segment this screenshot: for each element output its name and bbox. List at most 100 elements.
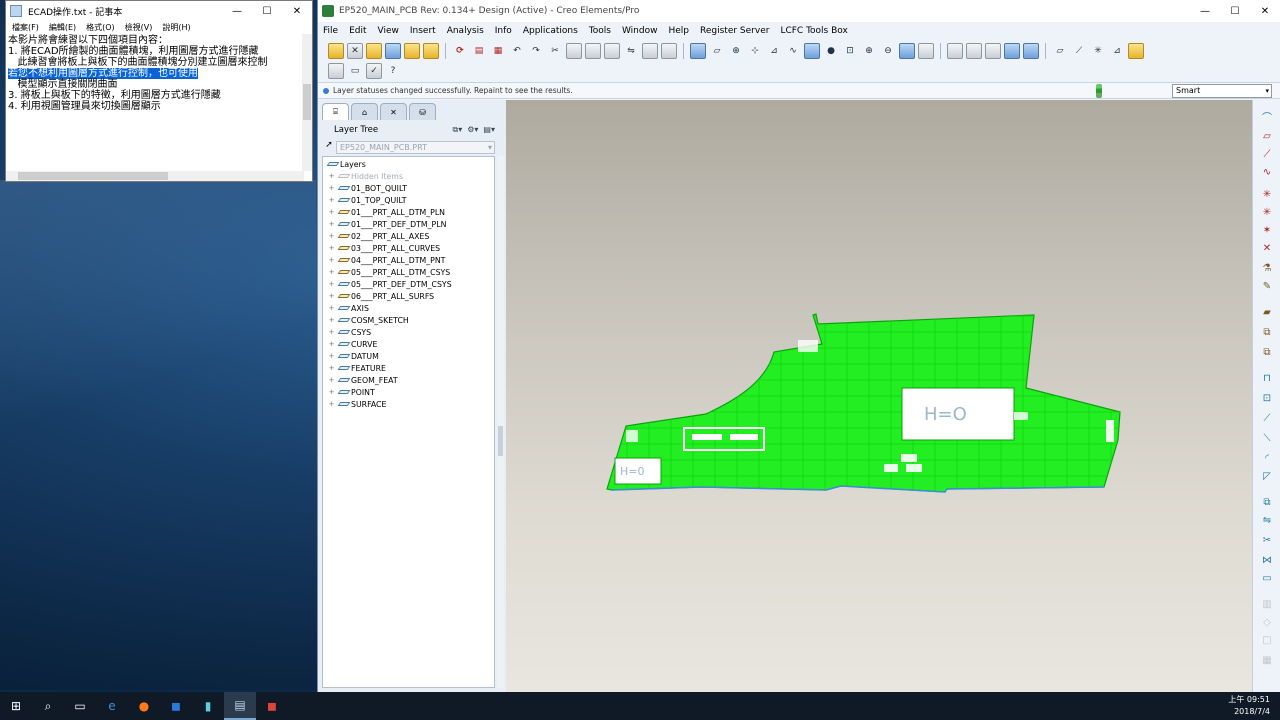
scroll-thumb[interactable]	[303, 84, 311, 120]
curve-icon[interactable]: ∿	[785, 43, 801, 59]
expand-icon[interactable]: +	[327, 304, 336, 313]
outlook-icon[interactable]: ◼	[160, 692, 192, 720]
tab-favorites[interactable]: ✕	[380, 103, 407, 120]
layer-tree-root[interactable]: Layers	[323, 158, 494, 170]
expand-icon[interactable]: +	[327, 244, 336, 253]
merge-icon[interactable]: ⋈	[1259, 554, 1275, 568]
select-box-icon[interactable]	[661, 43, 677, 59]
cut-icon[interactable]: ✂	[547, 43, 563, 59]
menu-file[interactable]: File	[323, 26, 338, 36]
maximize-icon[interactable]: ☐	[252, 1, 282, 21]
csys-display-icon[interactable]: ⊿	[1109, 43, 1125, 59]
layer-item[interactable]: + FEATURE	[323, 362, 494, 374]
datum-points-display-icon[interactable]: ✳	[1090, 43, 1106, 59]
save-icon[interactable]	[385, 43, 401, 59]
expand-icon[interactable]: +	[327, 220, 336, 229]
layer-item[interactable]: +05___PRT_DEF_DTM_CSYS	[323, 278, 494, 290]
firefox-icon[interactable]: ●	[128, 692, 160, 720]
edge-browser-icon[interactable]: e	[96, 692, 128, 720]
menu-info[interactable]: Info	[495, 26, 512, 36]
active-model-field[interactable]: EP520_MAIN_PCB.PRT ▾	[336, 140, 495, 154]
notepad-menu-help[interactable]: 說明(H)	[162, 22, 190, 33]
tab-connections[interactable]: ⛁	[409, 103, 436, 120]
menu-analysis[interactable]: Analysis	[447, 26, 484, 36]
extend-icon[interactable]: □	[1259, 634, 1275, 648]
expand-icon[interactable]: +	[327, 232, 336, 241]
expand-icon[interactable]: +	[327, 340, 336, 349]
layer-item[interactable]: + CURVE	[323, 338, 494, 350]
point-icon[interactable]: ⊹	[747, 43, 763, 59]
scroll-thumb[interactable]	[498, 426, 503, 456]
task-view-icon[interactable]: ▭	[64, 692, 96, 720]
layer-item[interactable]: + DATUM	[323, 350, 494, 362]
navigator-scrollbar[interactable]	[497, 156, 504, 688]
layer-item[interactable]: +05___PRT_ALL_DTM_CSYS	[323, 266, 494, 278]
expand-icon[interactable]: +	[327, 208, 336, 217]
appearance-sphere-icon[interactable]: ●	[823, 43, 839, 59]
menu-lcfc-tools-box[interactable]: LCFC Tools Box	[780, 26, 847, 36]
expand-icon[interactable]: +	[327, 196, 336, 205]
system-clock[interactable]: 上午 09:51 2018/7/4	[1228, 694, 1270, 718]
expand-icon[interactable]: +	[327, 172, 336, 181]
datum-axes-display-icon[interactable]: ⟋	[1071, 43, 1087, 59]
regenerate-icon[interactable]: ⟳	[452, 43, 468, 59]
shading-icon[interactable]	[1004, 43, 1020, 59]
notepad-horizontal-scrollbar[interactable]	[6, 171, 304, 181]
layer-item[interactable]: +03___PRT_ALL_CURVES	[323, 242, 494, 254]
undo-icon[interactable]: ↶	[509, 43, 525, 59]
expand-icon[interactable]: +	[327, 364, 336, 373]
layer-item[interactable]: +06___PRT_ALL_SURFS	[323, 290, 494, 302]
expand-icon[interactable]: +	[327, 388, 336, 397]
checklist-icon[interactable]: ✓	[366, 63, 382, 79]
csys-icon[interactable]: ⊿	[766, 43, 782, 59]
saved-views-icon[interactable]	[918, 43, 934, 59]
notepad-titlebar[interactable]: ECAD操作.txt - 記事本 — ☐ ✕	[6, 1, 312, 21]
mirror-icon[interactable]: ⇋	[623, 43, 639, 59]
graphics-window[interactable]: H=O H=0	[506, 100, 1253, 692]
menu-window[interactable]: Window	[622, 26, 658, 36]
menu-applications[interactable]: Applications	[523, 26, 578, 36]
layer-icon[interactable]	[642, 43, 658, 59]
active-model-selector[interactable]: ➚ EP520_MAIN_PCB.PRT ▾	[322, 140, 495, 154]
layer-item[interactable]: + GEOM_FEAT	[323, 374, 494, 386]
paste-special-icon[interactable]	[604, 43, 620, 59]
regeneration-status-icon[interactable]	[1096, 84, 1102, 98]
expand-icon[interactable]: +	[327, 352, 336, 361]
axis-tool-icon[interactable]: ⟋	[1259, 148, 1275, 162]
csys-tool-icon[interactable]: ✶	[1259, 224, 1275, 238]
datum-planes-display-icon[interactable]: ▱	[1052, 43, 1068, 59]
layer-item[interactable]: + Hidden Items	[323, 170, 494, 182]
tree-icon[interactable]: ▦	[490, 43, 506, 59]
layer-item[interactable]: + POINT	[323, 386, 494, 398]
search-icon[interactable]: ⌕	[32, 692, 64, 720]
layer-item[interactable]: +01_BOT_QUILT	[323, 182, 494, 194]
file-explorer-icon[interactable]: ▮	[192, 692, 224, 720]
expand-icon[interactable]: +	[327, 268, 336, 277]
axis-icon[interactable]: ⊕	[728, 43, 744, 59]
layer-item[interactable]: +01___PRT_ALL_DTM_PLN	[323, 206, 494, 218]
thicken-icon[interactable]: ▥	[1259, 598, 1275, 612]
open-icon[interactable]: ✕	[347, 43, 363, 59]
expand-icon[interactable]: +	[327, 256, 336, 265]
expand-icon[interactable]: +	[327, 376, 336, 385]
layer-item[interactable]: +02___PRT_ALL_AXES	[323, 230, 494, 242]
expand-icon[interactable]: +	[327, 316, 336, 325]
scroll-thumb[interactable]	[18, 172, 168, 180]
extrude-icon[interactable]: ▰	[1259, 306, 1275, 320]
offset-icon[interactable]: ▭	[1259, 572, 1275, 586]
zoom-in-icon[interactable]: ⊕	[861, 43, 877, 59]
datum-tool-icon[interactable]: ✎	[1259, 280, 1275, 294]
zoom-fit-icon[interactable]: ⊡	[842, 43, 858, 59]
pattern-icon[interactable]: ⧉	[1259, 496, 1275, 510]
close-icon[interactable]: ✕	[1250, 1, 1280, 21]
print-icon[interactable]	[404, 43, 420, 59]
warp-icon[interactable]: ▦	[1259, 654, 1275, 668]
expand-icon[interactable]: +	[327, 328, 336, 337]
layer-item[interactable]: + SURFACE	[323, 398, 494, 410]
paste-icon[interactable]	[585, 43, 601, 59]
maximize-icon[interactable]: ☐	[1220, 1, 1250, 21]
copy-icon[interactable]	[566, 43, 582, 59]
analysis-icon[interactable]	[804, 43, 820, 59]
print-list-icon[interactable]: ▤	[471, 43, 487, 59]
context-help-icon[interactable]: ?	[385, 63, 401, 79]
